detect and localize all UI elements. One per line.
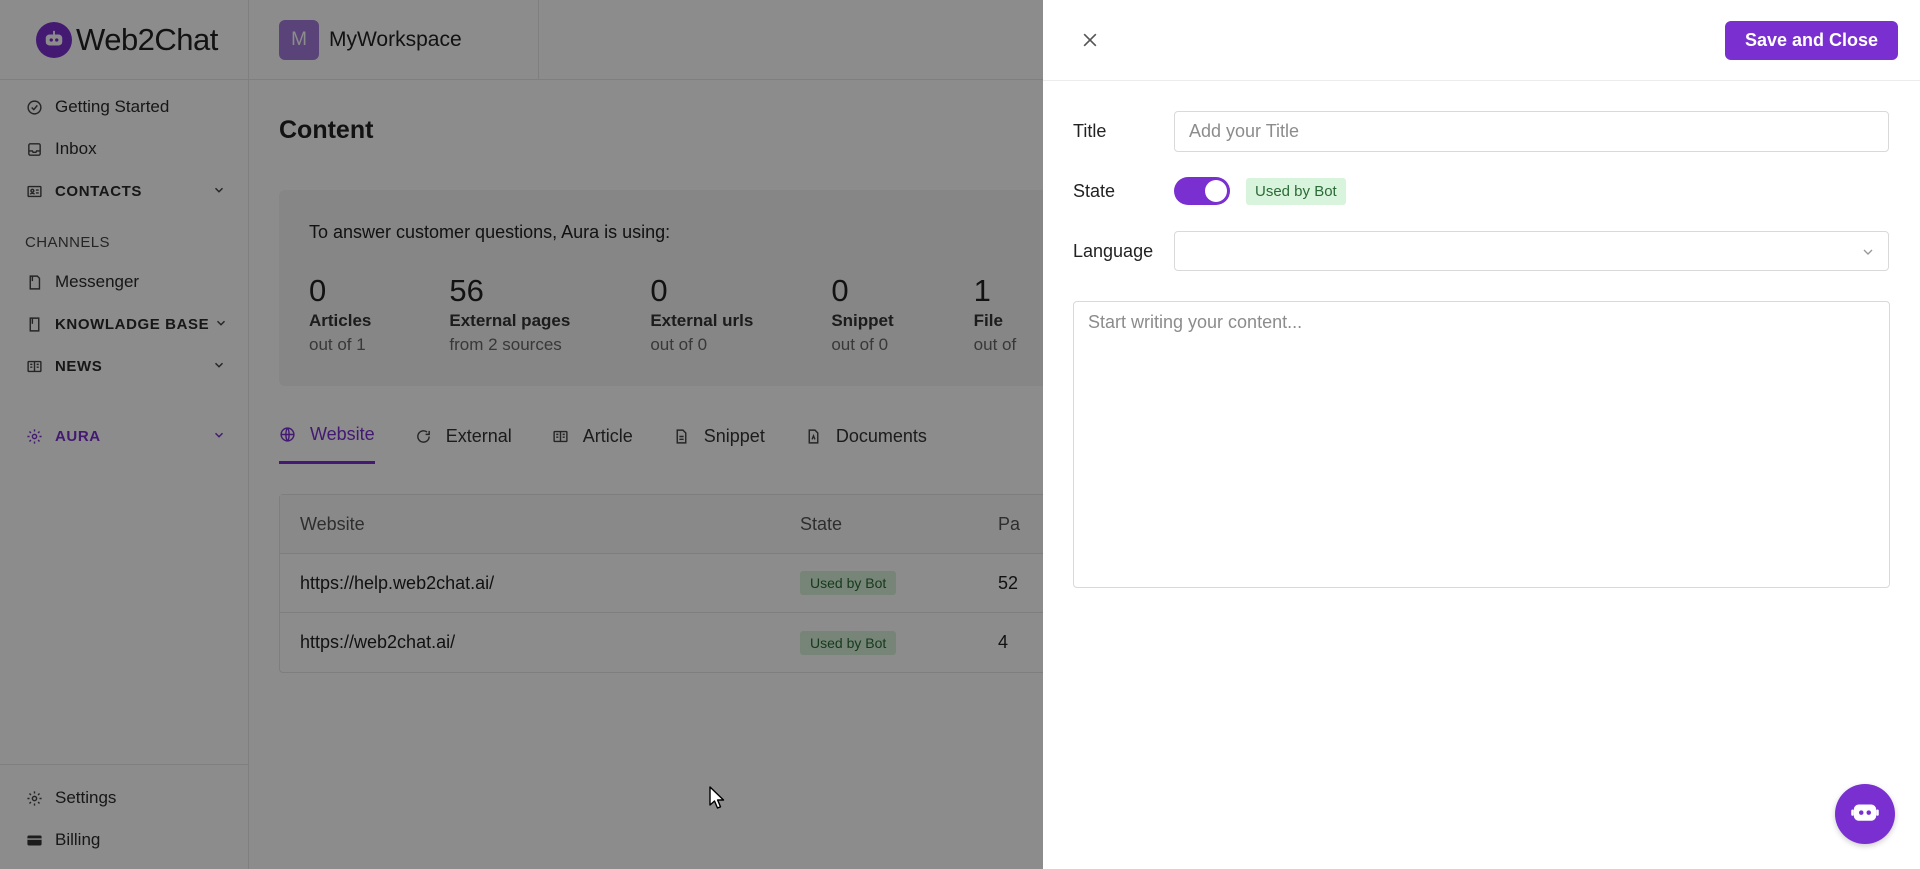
state-badge: Used by Bot (1246, 177, 1346, 205)
content-editor[interactable] (1073, 301, 1890, 588)
language-label: Language (1073, 240, 1154, 261)
language-row: Language (1073, 231, 1889, 271)
title-row: Title (1073, 111, 1889, 152)
save-and-close-button[interactable]: Save and Close (1724, 21, 1898, 60)
chevron-down-icon (1860, 244, 1876, 265)
modal-backdrop[interactable] (0, 0, 1043, 869)
mouse-cursor-icon (708, 785, 726, 816)
state-row: State Used by Bot (1073, 177, 1346, 205)
chat-widget-button[interactable] (1835, 784, 1895, 844)
state-toggle[interactable] (1174, 177, 1230, 205)
chat-bot-icon (1850, 797, 1880, 832)
state-label: State (1073, 180, 1116, 201)
content-editor-drawer: Save and Close Title State Used by Bot L… (1043, 0, 1920, 869)
toggle-knob (1205, 180, 1227, 202)
drawer-header: Save and Close (1043, 0, 1920, 81)
title-input[interactable] (1174, 111, 1889, 152)
close-icon[interactable] (1078, 28, 1102, 52)
title-label: Title (1073, 121, 1107, 141)
language-select[interactable] (1174, 231, 1889, 271)
